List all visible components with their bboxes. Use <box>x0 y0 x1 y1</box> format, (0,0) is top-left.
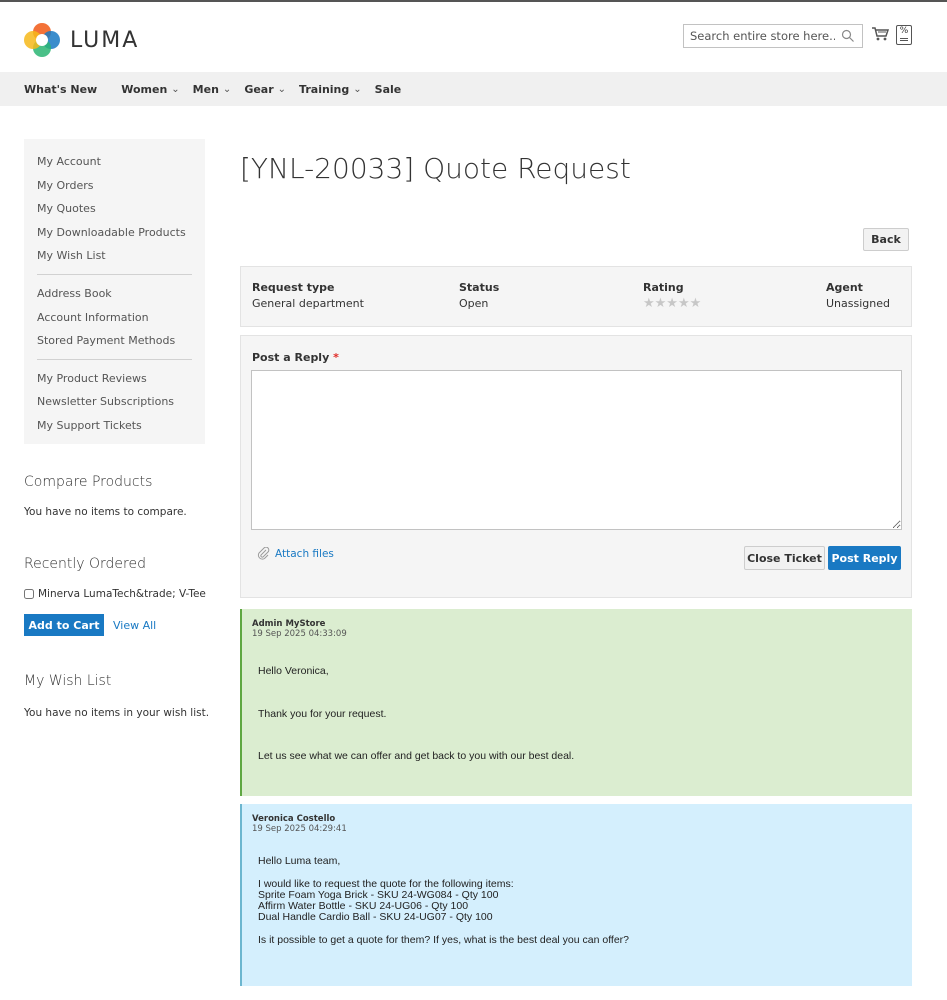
status-field: Status Open <box>459 281 499 310</box>
recent-item-label: Minerva LumaTech&trade; V-Tee <box>38 588 206 600</box>
sidebar-item-wish-list[interactable]: My Wish List <box>37 244 192 268</box>
store-logo[interactable]: LUMA <box>24 22 139 58</box>
add-to-cart-button[interactable]: Add to Cart <box>24 614 104 636</box>
sidebar-item-address-book[interactable]: Address Book <box>37 282 192 306</box>
nav-label: Gear <box>244 82 274 96</box>
chevron-down-icon: ⌄ <box>171 83 180 95</box>
sidebar-item-my-quotes[interactable]: My Quotes <box>37 197 192 221</box>
message-line: Hello Luma team, <box>258 855 341 867</box>
nav-item-training[interactable]: Training ⌄ <box>299 83 362 96</box>
nav-item-gear[interactable]: Gear ⌄ <box>244 83 286 96</box>
nav-item-women[interactable]: Women ⌄ <box>121 83 179 96</box>
message-line: Hello Veronica, <box>258 665 329 677</box>
sidebar-item-stored-payment-methods[interactable]: Stored Payment Methods <box>37 329 192 353</box>
page-title: [YNL-20033] Quote Request <box>240 152 631 185</box>
attach-files-label: Attach files <box>275 547 334 560</box>
message-author: Veronica Costello <box>252 814 336 824</box>
agent-field: Agent Unassigned <box>826 281 890 310</box>
search-icon[interactable] <box>841 29 855 43</box>
rating-label: Rating <box>643 281 684 294</box>
request-type-label: Request type <box>252 281 335 294</box>
nav-label: What's New <box>24 82 98 96</box>
nav-label: Training <box>299 82 350 96</box>
sidebar-item-newsletter-subscriptions[interactable]: Newsletter Subscriptions <box>37 390 192 414</box>
message-line: Thank you for your request. <box>258 708 387 720</box>
reply-label: Post a Reply * <box>252 351 339 364</box>
chevron-down-icon: ⌄ <box>277 83 287 95</box>
compare-products-title: Compare Products <box>24 474 153 490</box>
chevron-down-icon: ⌄ <box>222 83 232 95</box>
wish-list-empty-text: You have no items in your wish list. <box>24 707 210 719</box>
sidebar-divider <box>37 358 192 360</box>
sidebar-item-my-orders[interactable]: My Orders <box>37 174 192 198</box>
search-input[interactable] <box>690 29 835 43</box>
message-line: Is it possible to get a quote for them? … <box>258 934 630 946</box>
close-ticket-button[interactable]: Close Ticket <box>744 546 825 570</box>
recent-item-checkbox[interactable] <box>24 589 34 599</box>
message-date: 19 Sep 2025 04:33:09 <box>252 629 347 639</box>
sidebar-item-support-tickets[interactable]: My Support Tickets <box>37 414 192 438</box>
nav-item-men[interactable]: Men ⌄ <box>193 83 232 96</box>
message-line: Let us see what we can offer and get bac… <box>258 750 575 762</box>
message-admin: Admin MyStore 19 Sep 2025 04:33:09 Hello… <box>240 609 912 796</box>
rating-field: Rating ★★★★★ <box>643 281 701 311</box>
sidebar-divider <box>37 273 192 275</box>
status-value: Open <box>459 297 489 310</box>
wish-list-title: My Wish List <box>24 673 112 689</box>
paperclip-icon <box>257 547 270 560</box>
chevron-down-icon: ⌄ <box>353 83 362 95</box>
sidebar-item-downloadable-products[interactable]: My Downloadable Products <box>37 221 192 245</box>
recent-item[interactable]: Minerva LumaTech&trade; V-Tee <box>24 588 206 600</box>
view-all-link[interactable]: View All <box>113 619 156 632</box>
reply-textarea[interactable] <box>251 370 902 530</box>
status-label: Status <box>459 281 500 294</box>
nav-item-whats-new[interactable]: What's New <box>24 83 97 96</box>
main-navigation: What's New Women ⌄ Men ⌄ Gear ⌄ Training ⌄ S… <box>0 72 947 106</box>
page-header: LUMA % <box>0 2 947 72</box>
nav-label: Sale <box>374 82 402 96</box>
nav-item-sale[interactable]: Sale <box>375 83 402 96</box>
sidebar-item-my-account[interactable]: My Account <box>37 150 192 174</box>
attach-files-link[interactable]: Attach files <box>257 547 334 560</box>
required-marker: * <box>333 351 339 364</box>
sidebar-item-product-reviews[interactable]: My Product Reviews <box>37 367 192 391</box>
nav-label: Women <box>121 82 168 96</box>
account-sidebar: My Account My Orders My Quotes My Downlo… <box>24 139 205 444</box>
rating-stars[interactable]: ★★★★★ <box>643 297 701 311</box>
message-date: 19 Sep 2025 04:29:41 <box>252 824 347 834</box>
message-customer: Veronica Costello 19 Sep 2025 04:29:41 H… <box>240 804 912 986</box>
back-button[interactable]: Back <box>863 228 909 251</box>
sidebar-item-account-information[interactable]: Account Information <box>37 306 192 330</box>
request-type-value: General department <box>252 297 364 310</box>
logo-text: LUMA <box>70 27 140 53</box>
agent-label: Agent <box>826 281 863 294</box>
nav-label: Men <box>192 82 219 96</box>
ticket-info-panel: Request type General department Status O… <box>240 266 912 327</box>
reply-form: Post a Reply * Attach files Close Ticket… <box>240 335 912 598</box>
compare-icon[interactable]: % <box>896 25 912 45</box>
request-type-field: Request type General department <box>252 281 364 310</box>
cart-icon[interactable] <box>871 26 889 42</box>
reply-label-text: Post a Reply <box>252 351 330 364</box>
message-line: Dual Handle Cardio Ball - SKU 24-UG07 - … <box>258 911 493 923</box>
agent-value: Unassigned <box>826 297 890 310</box>
luma-logo-icon <box>24 23 60 57</box>
post-reply-button[interactable]: Post Reply <box>828 546 901 570</box>
search-box <box>683 24 863 48</box>
compare-glyph: % <box>899 26 909 36</box>
message-author: Admin MyStore <box>252 619 326 629</box>
recently-ordered-title: Recently Ordered <box>24 556 146 572</box>
compare-empty-text: You have no items to compare. <box>24 506 187 518</box>
